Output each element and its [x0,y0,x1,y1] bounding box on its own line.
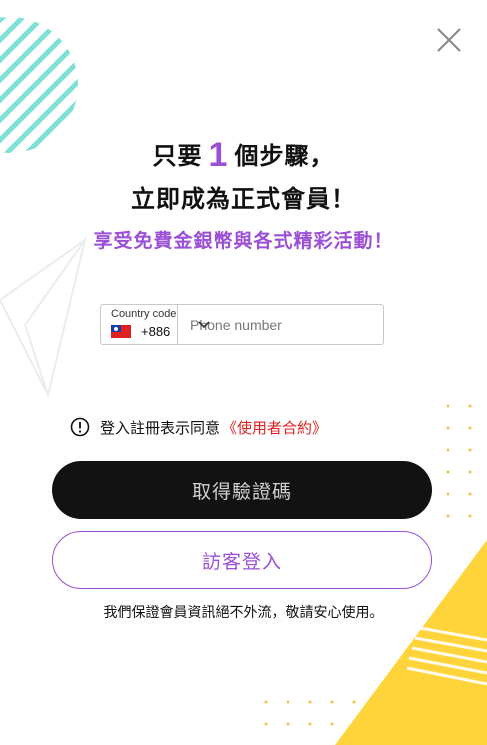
headline-suffix: 個步驟， [234,142,335,170]
privacy-note: 我們保證會員資訊絕不外流，敬請安心使用。 [103,605,384,621]
close-icon[interactable] [434,25,464,55]
get-verification-code-button[interactable]: 取得驗證碼 [52,461,432,519]
country-code-select[interactable]: Country code +886 [101,305,210,344]
exclamation-circle-icon [70,417,90,437]
terms-link[interactable]: 《使用者合約》 [222,417,327,438]
phone-entry-group: Country code +886 [100,304,384,345]
subtitle: 享受免費金銀幣與各式精彩活動！ [93,230,394,252]
taiwan-flag-icon [111,325,131,338]
country-code-label: Country code [111,308,177,320]
headline-prefix: 只要 [152,142,203,170]
headline-step-number: 1 [208,136,229,174]
background-decoration [0,17,487,745]
headline-line-2: 立即成為正式會員！ [131,185,356,213]
country-code-value: +886 [141,324,171,339]
terms-agreement-text: 登入註冊表示同意 [100,418,221,437]
guest-login-button[interactable]: 訪客登入 [52,531,432,589]
chevron-down-icon [198,321,210,329]
terms-agreement: 登入註冊表示同意 《使用者合約》 [70,416,327,438]
headline-line-1: 只要 1 個步驟， [0,136,487,175]
